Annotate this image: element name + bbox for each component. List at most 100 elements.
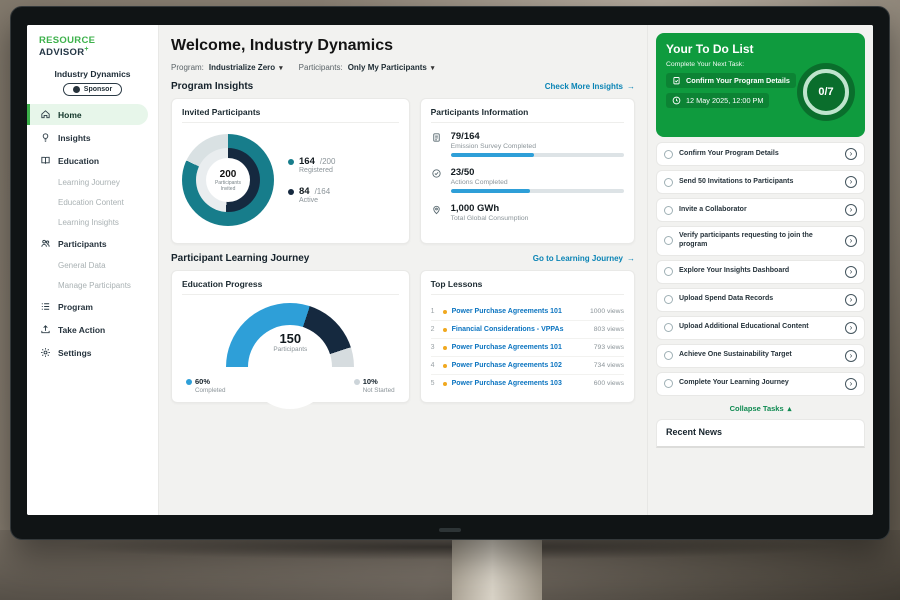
task-checkbox[interactable]: [664, 178, 673, 187]
participants-dropdown[interactable]: Only My Participants ▾: [348, 63, 435, 72]
info-value: 79/164: [451, 131, 624, 142]
lesson-views: 600 views: [594, 380, 624, 387]
chevron-right-icon[interactable]: ›: [845, 235, 857, 247]
lesson-row: 1 Power Purchase Agreements 101 1000 vie…: [431, 303, 624, 321]
check-more-insights-link[interactable]: Check More Insights →: [545, 82, 635, 91]
lesson-link[interactable]: Power Purchase Agreements 103: [452, 380, 562, 387]
chevron-right-icon[interactable]: ›: [845, 350, 857, 362]
sidebar-item-participants[interactable]: Participants: [27, 233, 158, 254]
program-dropdown[interactable]: Industrialize Zero ▾: [209, 63, 283, 72]
task-checkbox[interactable]: [664, 206, 673, 215]
chevron-right-icon[interactable]: ›: [845, 176, 857, 188]
task-item[interactable]: Upload Additional Educational Content ›: [656, 316, 865, 340]
task-item[interactable]: Invite a Collaborator ›: [656, 198, 865, 222]
chevron-right-icon[interactable]: ›: [845, 378, 857, 390]
info-label: Total Global Consumption: [451, 215, 624, 222]
photo-background: RESOURCE ADVISOR+ Industry Dynamics Spon…: [0, 0, 900, 600]
donut-center-value: 200: [220, 169, 237, 180]
home-icon: [39, 109, 51, 121]
sidebar-item-learning-journey[interactable]: Learning Journey: [27, 173, 158, 191]
chevron-right-icon[interactable]: ›: [845, 266, 857, 278]
section-title: Participant Learning Journey: [171, 253, 309, 264]
insights-cards: Invited Participants 200 Participants In…: [171, 98, 635, 244]
sidebar-item-home[interactable]: Home: [27, 104, 148, 125]
info-label: Actions Completed: [451, 179, 624, 186]
sidebar-item-program[interactable]: Program: [27, 296, 158, 317]
sidebar-item-insights[interactable]: Insights: [27, 127, 158, 148]
task-item[interactable]: Explore Your Insights Dashboard ›: [656, 260, 865, 284]
brand-resource: RESOURCE: [39, 35, 95, 46]
lesson-link[interactable]: Power Purchase Agreements 101: [452, 344, 562, 351]
next-task-chip[interactable]: Confirm Your Program Details: [666, 73, 796, 88]
task-checkbox[interactable]: [664, 295, 673, 304]
brand-advisor: ADVISOR: [39, 47, 84, 58]
donut-chart-row: 200 Participants Invited 164: [182, 131, 399, 228]
lesson-link[interactable]: Financial Considerations - VPPAs: [452, 326, 564, 333]
legend-total: /200: [320, 157, 336, 166]
sidebar-item-general-data[interactable]: General Data: [27, 256, 158, 274]
lesson-link[interactable]: Power Purchase Agreements 101: [452, 308, 562, 315]
sponsor-label: Sponsor: [84, 86, 112, 93]
lesson-rank: 2: [431, 326, 438, 333]
chevron-right-icon[interactable]: ›: [845, 322, 857, 334]
task-checkbox[interactable]: [664, 323, 673, 332]
sidebar-item-manage-participants[interactable]: Manage Participants: [27, 276, 158, 294]
info-row-global-consumption: 1,000 GWh Total Global Consumption: [431, 203, 624, 225]
task-item[interactable]: Complete Your Learning Journey ›: [656, 372, 865, 396]
sidebar-item-education-content[interactable]: Education Content: [27, 193, 158, 211]
task-checkbox[interactable]: [664, 379, 673, 388]
sidebar-item-label: Settings: [58, 348, 92, 358]
participants-filter-label: Participants:: [299, 63, 343, 72]
task-checkbox[interactable]: [664, 150, 673, 159]
todo-title: Your To Do List: [666, 42, 855, 56]
book-icon: [39, 155, 51, 167]
main-content: Welcome, Industry Dynamics Program: Indu…: [159, 25, 647, 515]
lesson-rank: 4: [431, 362, 438, 369]
lesson-bullet-icon: [443, 346, 447, 350]
info-value: 23/50: [451, 167, 624, 178]
education-gauge-chart: 150 Participants: [226, 303, 354, 369]
task-item[interactable]: Achieve One Sustainability Target ›: [656, 344, 865, 368]
check-circle-icon: [431, 168, 443, 179]
task-item[interactable]: Verify participants requesting to join t…: [656, 226, 865, 256]
task-checkbox[interactable]: [664, 236, 673, 245]
lesson-link[interactable]: Power Purchase Agreements 102: [452, 362, 562, 369]
program-filter-label: Program:: [171, 63, 204, 72]
legend-item-not-started: 10% Not Started: [354, 377, 395, 394]
task-label: Complete Your Learning Journey: [679, 379, 789, 388]
chevron-up-icon: ▴: [788, 404, 792, 413]
task-item[interactable]: Send 50 Invitations to Participants ›: [656, 170, 865, 194]
go-to-learning-journey-link[interactable]: Go to Learning Journey →: [533, 254, 635, 263]
progress-bar: [451, 153, 624, 157]
legend-dot: [186, 379, 192, 385]
collapse-label: Collapse Tasks: [730, 404, 784, 413]
task-checkbox[interactable]: [664, 267, 673, 276]
dashboard-screen: RESOURCE ADVISOR+ Industry Dynamics Spon…: [27, 25, 873, 515]
task-item[interactable]: Upload Spend Data Records ›: [656, 288, 865, 312]
education-progress-card: Education Progress 150 Participants 60: [171, 270, 410, 403]
sidebar-item-education[interactable]: Education: [27, 150, 158, 171]
lesson-views: 793 views: [594, 344, 624, 351]
card-title: Invited Participants: [182, 107, 399, 123]
chevron-right-icon[interactable]: ›: [845, 294, 857, 306]
chevron-right-icon[interactable]: ›: [845, 204, 857, 216]
sidebar-item-learning-insights[interactable]: Learning Insights: [27, 213, 158, 231]
sidebar-item-take-action[interactable]: Take Action: [27, 319, 158, 340]
sidebar-item-label: Manage Participants: [58, 281, 131, 290]
chevron-right-icon[interactable]: ›: [845, 148, 857, 160]
next-task-time-chip: 12 May 2025, 12:00 PM: [666, 93, 769, 108]
sidebar-item-settings[interactable]: Settings: [27, 342, 158, 363]
collapse-tasks-link[interactable]: Collapse Tasks ▴: [656, 401, 865, 414]
donut-center-label: Participants Invited: [215, 180, 241, 192]
task-list: Confirm Your Program Details › Send 50 I…: [656, 142, 865, 396]
participants-filter: Participants: Only My Participants ▾: [299, 63, 435, 72]
card-title: Top Lessons: [431, 279, 624, 295]
lesson-views: 1000 views: [590, 308, 624, 315]
todo-progress-value: 0/7: [803, 69, 849, 115]
lesson-rank: 3: [431, 344, 438, 351]
section-title: Program Insights: [171, 81, 253, 92]
task-item[interactable]: Confirm Your Program Details ›: [656, 142, 865, 166]
monitor-stand: [452, 536, 542, 600]
active-ring: 200 Participants Invited: [196, 148, 260, 212]
task-checkbox[interactable]: [664, 351, 673, 360]
